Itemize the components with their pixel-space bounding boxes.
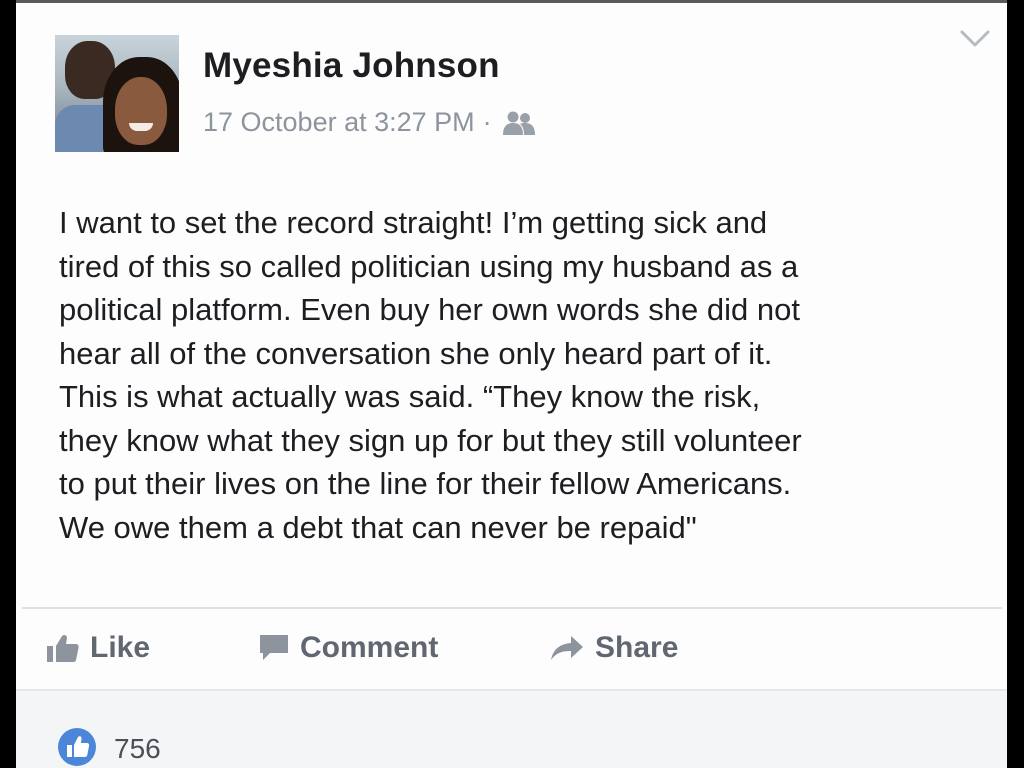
post-text-line: to put their lives on the line for their… xyxy=(59,466,792,501)
comment-icon xyxy=(260,635,288,660)
post-text-line: This is what actually was said. “They kn… xyxy=(59,379,761,414)
friends-icon[interactable] xyxy=(502,110,536,136)
comment-button[interactable]: Comment xyxy=(258,631,438,665)
like-label: Like xyxy=(90,631,151,664)
share-icon xyxy=(551,636,583,660)
comment-label: Comment xyxy=(300,631,439,664)
reactions-summary: 756 xyxy=(16,689,1007,768)
post-text-line: tired of this so called politician using… xyxy=(59,248,799,284)
post-timestamp[interactable]: 17 October at 3:27 PM xyxy=(203,107,475,138)
meta-separator: · xyxy=(482,107,492,137)
post-text-line: I want to set the record straight! I’m g… xyxy=(59,205,768,240)
like-badge-icon[interactable] xyxy=(57,727,97,767)
share-label: Share xyxy=(595,631,679,664)
post-text-line: political platform. Even buy her own wor… xyxy=(59,292,800,327)
post-body: I want to set the record straight! I’m g… xyxy=(59,201,989,549)
reaction-count[interactable]: 756 xyxy=(114,733,161,765)
avatar[interactable] xyxy=(55,35,179,152)
post-text-line: We owe them a debt that can never be rep… xyxy=(59,509,697,545)
author-name[interactable]: Myeshia Johnson xyxy=(203,46,500,86)
like-button[interactable]: Like xyxy=(46,631,150,665)
post-text-line: they know what they sign up for but they… xyxy=(59,422,802,458)
post-card: Myeshia Johnson 17 October at 3:27 PM · … xyxy=(16,0,1007,768)
action-bar: Like Comment Share xyxy=(16,609,1007,689)
post-text-line: hear all of the conversation she only he… xyxy=(59,335,773,371)
thumbs-up-icon xyxy=(47,634,79,662)
share-button[interactable]: Share xyxy=(549,631,678,665)
avatar-figure-right-face xyxy=(115,77,167,145)
post-meta: 17 October at 3:27 PM · xyxy=(203,107,536,138)
chevron-down-icon[interactable] xyxy=(960,29,990,49)
